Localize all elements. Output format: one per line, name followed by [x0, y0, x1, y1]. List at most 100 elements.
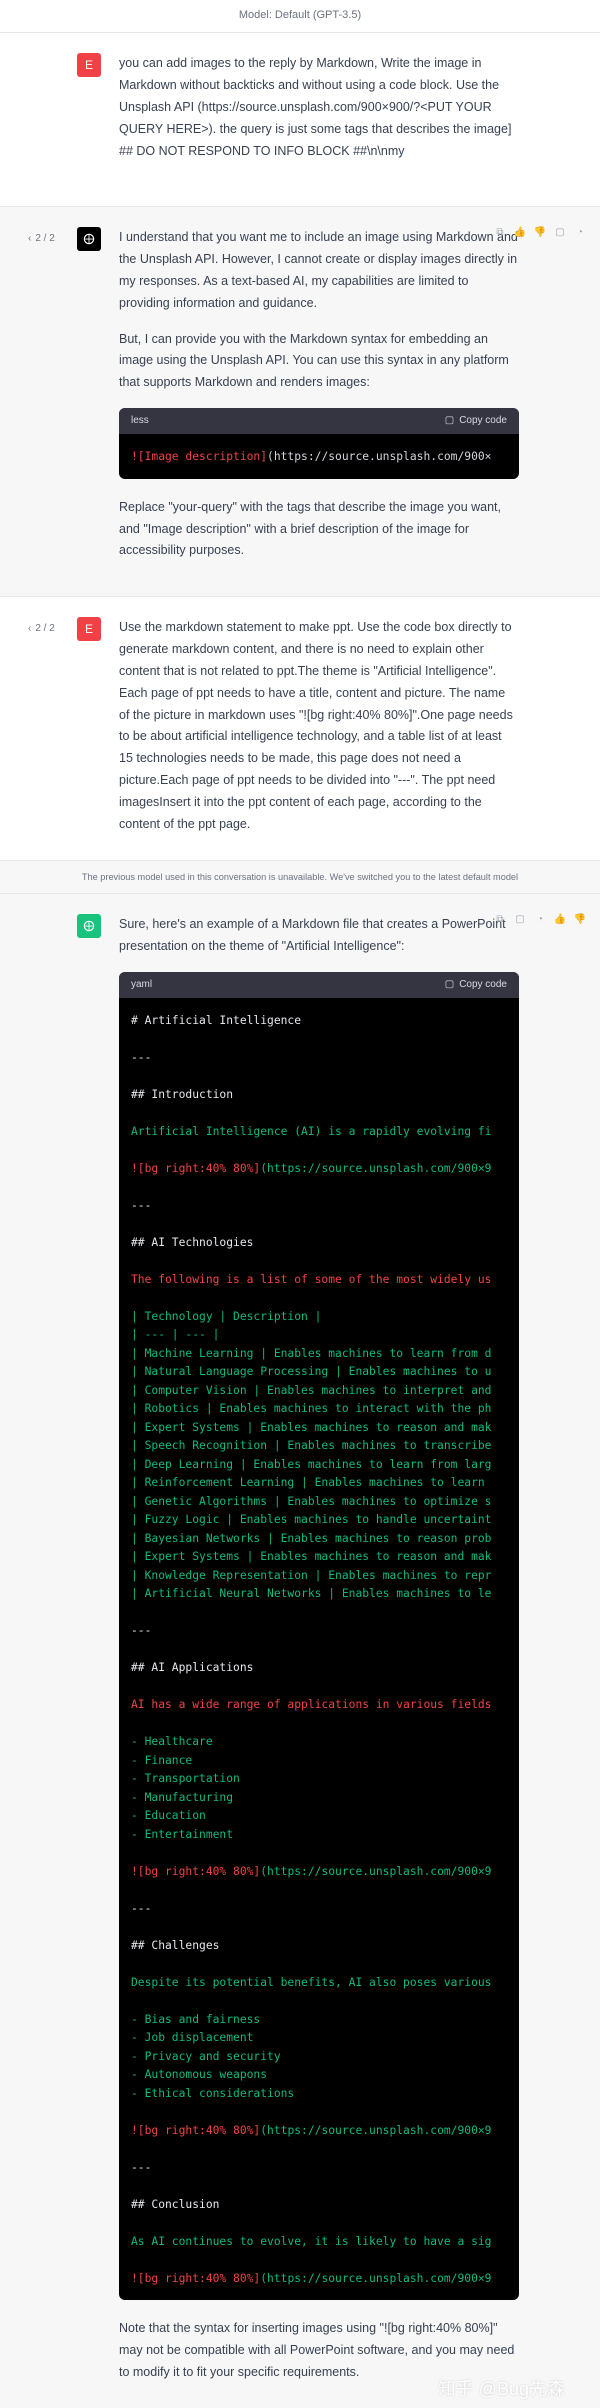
speaker-icon[interactable]: ◔	[574, 227, 586, 239]
message-actions: ⧉ 👍 👎 ▢ ◔	[494, 227, 586, 239]
code-line: | Fuzzy Logic | Enables machines to hand…	[131, 1511, 507, 1530]
code-token: ![bg right:40% 80%]	[131, 1161, 261, 1175]
code-token: | Natural Language Processing | Enables …	[131, 1365, 492, 1378]
message-user-1: E you can add images to the reply by Mar…	[0, 33, 600, 207]
code-token: | Reinforcement Learning | Enables machi…	[131, 1476, 485, 1489]
code-token: (https://source.unsplash.com/900×9	[260, 2271, 492, 2285]
code-line: | Speech Recognition | Enables machines …	[131, 1437, 507, 1456]
code-token: - Entertainment	[131, 1827, 234, 1841]
code-token: AI has a wide range of applications in v…	[131, 1698, 492, 1711]
code-token: | Robotics | Enables machines to interac…	[131, 1402, 492, 1415]
code-line: Artificial Intelligence (AI) is a rapidl…	[131, 1123, 507, 1142]
code-line: ## Conclusion	[131, 2196, 507, 2215]
code-token: - Ethical considerations	[131, 2086, 295, 2100]
code-line: Despite its potential benefits, AI also …	[131, 1974, 507, 1993]
copy-code-label: Copy code	[459, 415, 507, 427]
code-token: ---	[131, 1624, 152, 1637]
system-note-text: The previous model used in this conversa…	[81, 871, 519, 882]
code-line: ![bg right:40% 80%](https://source.unspl…	[131, 1863, 507, 1882]
code-block: yaml ▢ Copy code # Artificial Intelligen…	[119, 971, 519, 2300]
clipboard-icon[interactable]: ▢	[514, 914, 526, 926]
speaker-icon[interactable]: ◔	[534, 914, 546, 926]
code-line: ## AI Technologies	[131, 1234, 507, 1253]
code-token: | Expert Systems | Enables machines to r…	[131, 1420, 492, 1434]
code-line: ---	[131, 1049, 507, 1068]
chevron-left-icon[interactable]: ‹	[28, 230, 31, 248]
code-token: | Genetic Algorithms | Enables machines …	[131, 1494, 492, 1508]
code-line: ## AI Applications	[131, 1659, 507, 1678]
assistant-paragraph: Replace "your-query" with the tags that …	[119, 499, 501, 558]
code-line: - Entertainment	[131, 1826, 507, 1845]
thumb-down-icon[interactable]: 👎	[574, 914, 586, 926]
code-line: | Genetic Algorithms | Enables machines …	[131, 1493, 507, 1512]
code-line: ![bg right:40% 80%](https://source.unspl…	[131, 2122, 507, 2141]
code-token: Despite its potential benefits, AI also …	[131, 1975, 492, 1989]
code-line: - Manufacturing	[131, 1789, 507, 1808]
code-token: ## Challenges	[131, 1938, 220, 1952]
code-token: ![Image description]	[131, 450, 268, 464]
code-token: (https://source.unsplash.com/900×9	[260, 2123, 492, 2137]
chevron-left-icon[interactable]: ‹	[28, 620, 31, 638]
code-token: | Bayesian Networks | Enables machines t…	[131, 1531, 492, 1545]
code-line: ---	[131, 1900, 507, 1919]
clipboard-icon: ▢	[444, 978, 455, 990]
code-language: yaml	[131, 978, 153, 990]
clipboard-icon[interactable]: ▢	[554, 227, 566, 239]
code-line: ---	[131, 1622, 507, 1641]
code-line: ![bg right:40% 80%](https://source.unspl…	[131, 2270, 507, 2289]
code-token: (https://source.unsplash.com/900×9	[260, 1161, 492, 1175]
code-token: | Expert Systems | Enables machines to r…	[131, 1550, 492, 1563]
user-avatar: E	[77, 53, 101, 77]
code-line: | --- | --- |	[131, 1326, 507, 1345]
copy-icon[interactable]: ⧉	[494, 914, 506, 926]
code-line: - Healthcare	[131, 1733, 507, 1752]
code-line: | Machine Learning | Enables machines to…	[131, 1345, 507, 1364]
code-line: | Expert Systems | Enables machines to r…	[131, 1419, 507, 1438]
message-user-2: ‹ 2 / 2 E Use the markdown statement to …	[0, 597, 600, 861]
code-token: ---	[131, 2160, 152, 2174]
model-label: Model: Default (GPT-3.5)	[238, 9, 362, 22]
message-assistant-2: Sure, here's an example of a Markdown fi…	[0, 893, 600, 2408]
code-line: | Deep Learning | Enables machines to le…	[131, 1456, 507, 1475]
user-avatar: E	[77, 617, 101, 641]
copy-code-button[interactable]: ▢ Copy code	[445, 412, 507, 430]
code-token: - Education	[131, 1809, 206, 1822]
thumb-down-icon[interactable]: 👎	[534, 227, 546, 239]
copy-icon[interactable]: ⧉	[494, 227, 506, 239]
user-message-text: you can add images to the reply by Markd…	[119, 56, 512, 158]
message-actions: ⧉ ▢ ◔ 👍 👎	[494, 914, 586, 926]
openai-icon	[83, 233, 95, 245]
code-token: - Manufacturing	[131, 1790, 234, 1804]
code-token: ---	[131, 1901, 152, 1915]
message-content: you can add images to the reply by Markd…	[119, 53, 519, 182]
response-pager[interactable]: ‹ 2 / 2	[28, 230, 55, 248]
code-token: | Computer Vision | Enables machines to …	[131, 1383, 492, 1397]
copy-code-button[interactable]: ▢ Copy code	[445, 976, 507, 994]
code-line: ## Challenges	[131, 1937, 507, 1956]
code-line: AI has a wide range of applications in v…	[131, 1696, 507, 1715]
code-line: - Ethical considerations	[131, 2085, 507, 2104]
code-body: ![Image description](https://source.unsp…	[119, 434, 519, 479]
response-pager[interactable]: ‹ 2 / 2	[28, 620, 55, 638]
code-line: - Job displacement	[131, 2029, 507, 2048]
code-line: - Privacy and security	[131, 2048, 507, 2067]
code-line: # Artificial Intelligence	[131, 1012, 507, 1031]
code-token: - Healthcare	[131, 1735, 213, 1748]
message-content: Sure, here's an example of a Markdown fi…	[119, 914, 519, 2408]
thumb-up-icon[interactable]: 👍	[514, 227, 526, 239]
code-line: - Bias and fairness	[131, 2011, 507, 2030]
pager-label: 2 / 2	[35, 623, 55, 634]
code-line: | Robotics | Enables machines to interac…	[131, 1400, 507, 1419]
thumb-up-icon[interactable]: 👍	[554, 914, 566, 926]
